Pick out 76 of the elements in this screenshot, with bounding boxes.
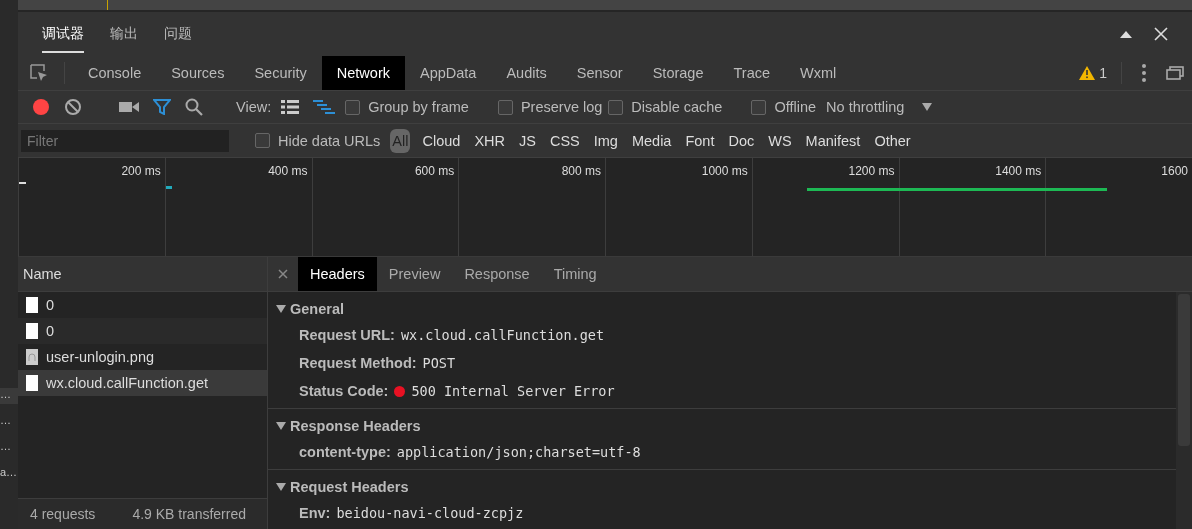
triangle-icon [276,422,286,430]
checkbox[interactable]: Offline [751,99,817,115]
header-value: POST [422,355,456,371]
triangle-icon [276,483,286,491]
type-filter[interactable]: XHR [472,128,507,153]
type-filter[interactable]: CSS [547,128,582,153]
side-item[interactable]: … [0,440,18,456]
image-file-icon [26,349,38,365]
time-tick: 400 ms [268,164,308,178]
header-value: application/json;charset=utf-8 [396,444,641,460]
checkbox[interactable]: Disable cache [608,99,723,115]
side-item[interactable]: … [0,388,18,404]
section-header[interactable]: Request Headers [268,475,417,499]
request-row[interactable]: 0 [18,318,267,344]
header-value: 500 Internal Server Error [411,383,615,399]
detail-tab[interactable]: Headers [298,257,377,291]
document-icon [26,375,38,391]
time-tick: 1600 [1161,164,1188,178]
panel-tab[interactable]: Security [239,56,322,90]
time-tick: 800 ms [561,164,601,178]
type-filter[interactable]: Img [591,128,620,153]
summary-text: 4 requests [30,506,96,522]
header-name: Env: [299,505,331,521]
request-row[interactable]: wx.cloud.callFunction.get [18,370,267,396]
warning-count[interactable]: 1 [1073,56,1113,90]
type-filter[interactable]: Doc [726,128,757,153]
header-name: content-type: [299,444,391,460]
detail-tab[interactable]: Preview [376,257,453,291]
document-icon [26,297,38,313]
detail-tab[interactable]: Timing [541,257,609,291]
time-tick: 200 ms [121,164,161,178]
header-name: Status Code: [299,383,389,399]
dropdown-icon [922,103,933,111]
time-tick: 1200 ms [848,164,895,178]
panel-tab[interactable]: Console [73,56,157,90]
checkbox[interactable]: Hide data URLs [255,132,381,149]
detail-tab[interactable]: Response [452,257,542,291]
header-value: beidou-navi-cloud-zcpjz [336,505,524,521]
checkbox[interactable]: Preserve log [497,99,603,115]
type-filter[interactable]: Font [683,128,717,153]
type-filter[interactable]: Media [629,128,674,153]
checkbox[interactable]: Group by frame [345,99,469,115]
header-name: Request URL: [299,327,395,343]
side-item[interactable]: a… [0,466,18,482]
time-tick: 1000 ms [701,164,748,178]
column-header[interactable]: Name [18,257,267,292]
type-filter[interactable]: Cloud [420,128,463,153]
type-filter[interactable]: WS [766,128,794,153]
header-name: Request Method: [299,355,417,371]
section-header[interactable]: Response Headers [268,414,429,438]
summary-text: 4.9 KB transferred [132,506,246,522]
time-tick: 1400 ms [995,164,1042,178]
filter-field[interactable]: Filter [21,129,229,152]
top-tab[interactable]: 输出 [110,15,138,53]
type-filter[interactable]: Other [872,128,913,153]
time-tick: 600 ms [414,164,455,178]
panel-tab[interactable]: Audits [491,56,562,90]
panel-tab[interactable]: Trace [718,56,785,90]
panel-tab[interactable]: AppData [405,56,492,90]
panel-tab[interactable]: Wxml [785,56,852,90]
triangle-icon [276,305,286,313]
panel-tab[interactable]: Sensor [561,56,638,90]
view-label: View: [236,99,272,115]
header-value: wx.cloud.callFunction.get [400,327,605,343]
type-filter[interactable]: Manifest [803,128,863,153]
section-header[interactable]: General [268,297,352,321]
top-tab[interactable]: 问题 [164,15,192,53]
top-tab[interactable]: 调试器 [42,15,84,53]
document-icon [26,323,38,339]
panel-tab[interactable]: Storage [637,56,719,90]
side-item[interactable]: … [0,414,18,430]
panel-tab[interactable]: Network [321,56,405,90]
throttling-select[interactable]: No throttling [822,95,937,119]
warning-icon [1079,66,1096,80]
panel-tab[interactable]: Sources [156,56,240,90]
type-filter[interactable]: JS [517,128,538,153]
